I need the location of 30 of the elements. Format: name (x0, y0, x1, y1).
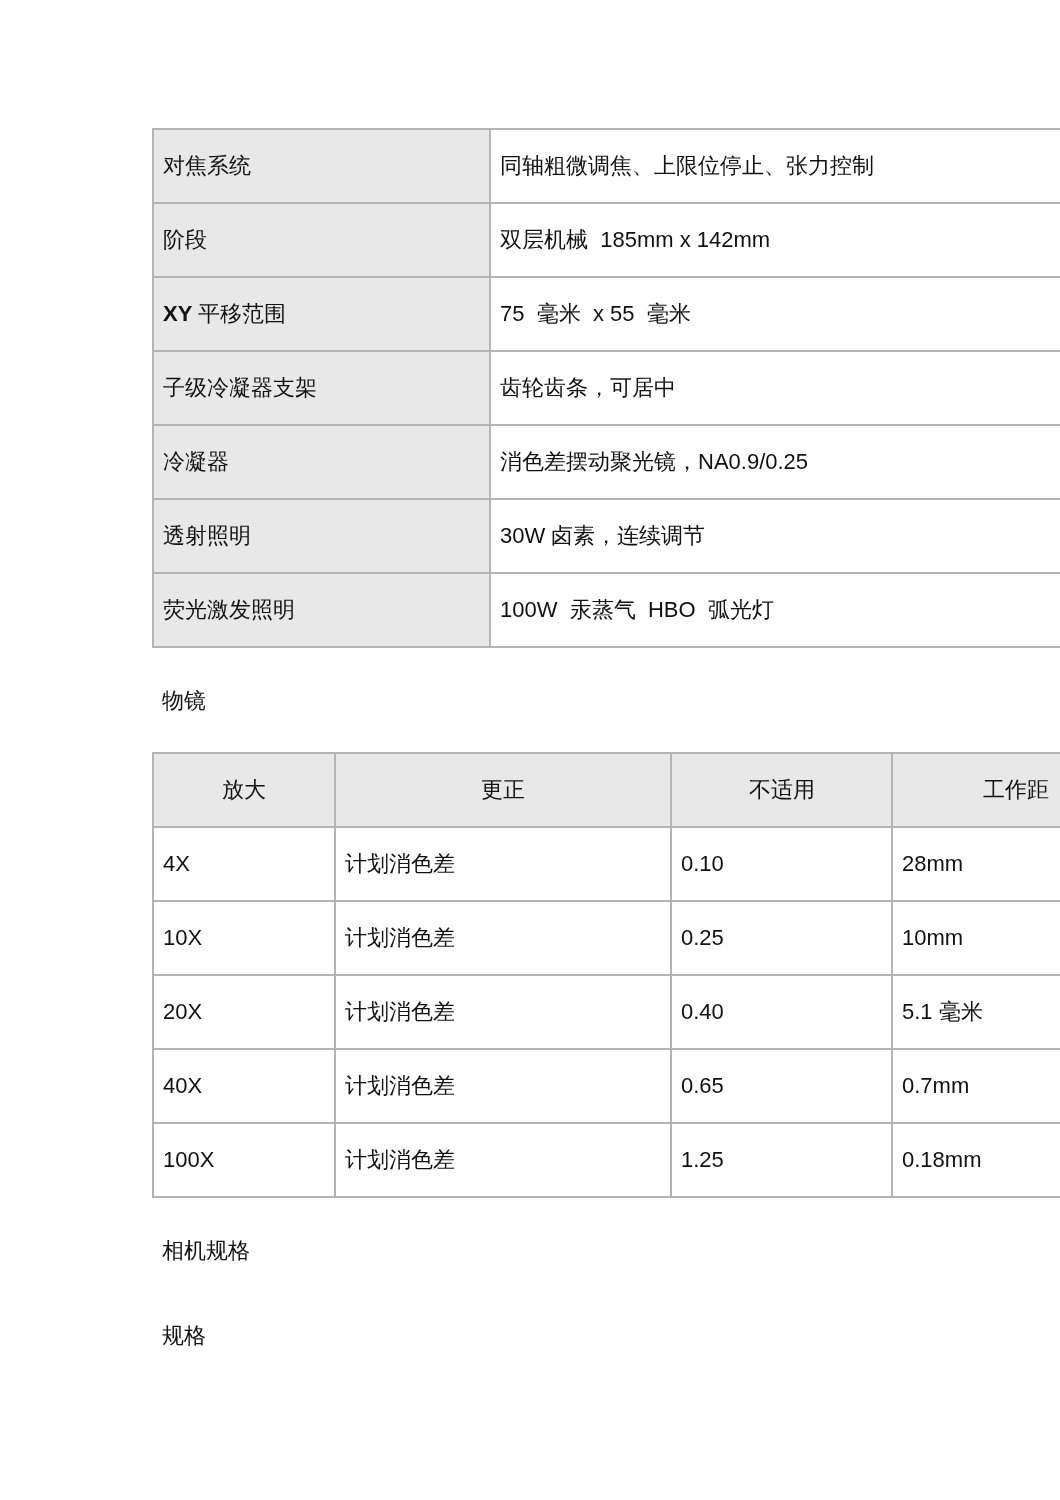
table-cell: 10X (153, 901, 335, 975)
table-cell: 计划消色差 (335, 901, 671, 975)
section-heading: 物镜 (161, 687, 207, 715)
table-cell: 计划消色差 (335, 1049, 671, 1123)
column-header: 不适用 (671, 753, 892, 827)
table-cell: 20X (153, 975, 335, 1049)
table-cell: 对焦系统 (153, 129, 490, 203)
table-cell: 子级冷凝器支架 (153, 351, 490, 425)
section-heading: 相机规格 (161, 1237, 251, 1265)
table-cell: 100X (153, 1123, 335, 1197)
table-cell: 计划消色差 (335, 827, 671, 901)
table-cell: 0.65 (671, 1049, 892, 1123)
table-cell: 0.40 (671, 975, 892, 1049)
table-cell: 0.25 (671, 901, 892, 975)
table-cell: 阶段 (153, 203, 490, 277)
table-cell: 计划消色差 (335, 1123, 671, 1197)
table-cell: 荧光激发照明 (153, 573, 490, 647)
column-header: 更正 (335, 753, 671, 827)
table-cell: 冷凝器 (153, 425, 490, 499)
table-cell: 0.10 (671, 827, 892, 901)
table-cell: 同轴粗微调焦、上限位停止、张力控制 (490, 129, 1060, 203)
table-cell: 4X (153, 827, 335, 901)
section-heading: 规格 (161, 1322, 207, 1350)
table-cell: 40X (153, 1049, 335, 1123)
column-header: 工作距 (892, 753, 1060, 827)
table-cell: XY 平移范围 (153, 277, 490, 351)
table-cell: 透射照明 (153, 499, 490, 573)
column-header: 放大 (153, 753, 335, 827)
table-cell: 1.25 (671, 1123, 892, 1197)
table-cell: 计划消色差 (335, 975, 671, 1049)
